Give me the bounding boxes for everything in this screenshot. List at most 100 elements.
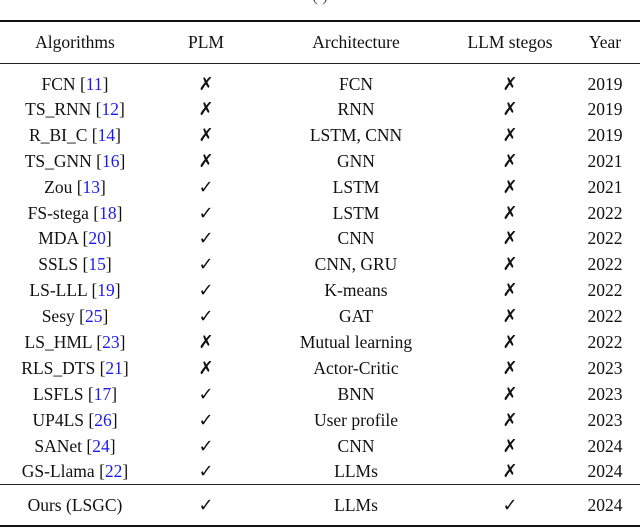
ours-algorithm: Ours (LSGC) [0, 484, 150, 528]
llm-cross-icon: ✗ [502, 331, 518, 353]
plm-cross-icon: ✗ [198, 98, 214, 120]
ours-llm-check-icon: ✓ [450, 484, 570, 528]
llm-cross-icon: ✗ [502, 228, 518, 250]
comparison-table: Algorithms PLM Architecture LLM stegos Y… [0, 20, 640, 528]
table-body: FCN [11] ✗ FCN ✗ 2019 TS_RNN [12] ✗ RNN ✗ 2019 R_B… [0, 63, 640, 528]
plm-check-icon: ✓ [198, 409, 214, 431]
algorithm-name: TS_GNN [24, 150, 92, 171]
algorithm-name: LS_HML [24, 331, 92, 352]
llm-cross-icon: ✗ [502, 306, 518, 328]
architecture-cell: Mutual learning [299, 331, 413, 352]
header-llm-stegos: LLM stegos [467, 31, 553, 52]
table-row: SSLS [15] ✓ CNN, GRU ✗ 2022 [0, 252, 640, 278]
year-cell: 2023 [587, 357, 623, 378]
algorithm-cell: TS_GNN [16] [24, 150, 126, 171]
citation-link[interactable]: 23 [102, 332, 120, 352]
plm-check-icon: ✓ [198, 306, 214, 328]
plm-cross-icon: ✗ [198, 357, 214, 379]
citation-link[interactable]: 11 [86, 74, 103, 94]
llm-cross-icon: ✗ [502, 73, 518, 95]
year-cell: 2019 [587, 73, 623, 94]
architecture-cell: Actor-Critic [313, 357, 399, 378]
table-row: LS-LLL [19] ✓ K-means ✗ 2022 [0, 278, 640, 304]
citation-link[interactable]: 24 [92, 436, 110, 456]
citation-link[interactable]: 16 [102, 151, 120, 171]
table-row: MDA [20] ✓ CNN ✗ 2022 [0, 226, 640, 252]
algorithm-name: Sesy [41, 306, 75, 327]
architecture-cell: User profile [313, 409, 399, 430]
algorithm-name: Zou [44, 176, 73, 197]
header-plm: PLM [188, 31, 224, 52]
algorithm-cell: Zou [13] [44, 176, 106, 197]
citation-link[interactable]: 22 [105, 461, 123, 481]
llm-cross-icon: ✗ [502, 254, 518, 276]
algorithm-name: GS-Llama [21, 461, 95, 482]
ours-row: Ours (LSGC) ✓ LLMs ✓ 2024 [0, 484, 640, 528]
llm-cross-icon: ✗ [502, 280, 518, 302]
citation-link[interactable]: 12 [102, 99, 120, 119]
architecture-cell: CNN, GRU [314, 254, 398, 275]
plm-cross-icon: ✗ [198, 73, 214, 95]
table-row: Zou [13] ✓ LSTM ✗ 2021 [0, 174, 640, 200]
architecture-cell: GAT [338, 306, 374, 327]
ours-plm-check-icon: ✓ [150, 484, 262, 528]
table-row: RLS_DTS [21] ✗ Actor-Critic ✗ 2023 [0, 355, 640, 381]
year-cell: 2022 [587, 306, 623, 327]
algorithm-cell: R_BI_C [14] [29, 124, 121, 145]
algorithm-name: SSLS [38, 254, 79, 275]
llm-cross-icon: ✗ [502, 98, 518, 120]
llm-cross-icon: ✗ [502, 202, 518, 224]
citation-link[interactable]: 26 [94, 410, 112, 430]
llm-cross-icon: ✗ [502, 357, 518, 379]
algorithm-cell: SSLS [15] [38, 254, 112, 275]
year-cell: 2024 [587, 461, 623, 482]
architecture-cell: LSTM, CNN [309, 124, 403, 145]
plm-check-icon: ✓ [198, 280, 214, 302]
year-cell: 2019 [587, 124, 623, 145]
plm-cross-icon: ✗ [198, 331, 214, 353]
table-row: TS_GNN [16] ✗ GNN ✗ 2021 [0, 148, 640, 174]
architecture-cell: LSTM [332, 202, 380, 223]
architecture-cell: LLMs [334, 461, 378, 482]
architecture-cell: CNN [337, 435, 375, 456]
algorithm-name: TS_RNN [25, 98, 92, 119]
llm-cross-icon: ✗ [502, 150, 518, 172]
plm-check-icon: ✓ [198, 254, 214, 276]
llm-cross-icon: ✗ [502, 461, 518, 483]
architecture-cell: K-means [324, 280, 388, 301]
plm-check-icon: ✓ [198, 202, 214, 224]
algorithm-cell: MDA [20] [38, 228, 112, 249]
llm-cross-icon: ✗ [502, 383, 518, 405]
algorithm-cell: LSFLS [17] [32, 383, 118, 404]
year-cell: 2022 [587, 228, 623, 249]
algorithm-cell: TS_RNN [12] [25, 98, 125, 119]
architecture-cell: FCN [338, 73, 374, 94]
citation-link[interactable]: 19 [97, 280, 115, 300]
citation-link[interactable]: 14 [98, 125, 116, 145]
citation-link[interactable]: 21 [105, 358, 123, 378]
header-row: Algorithms PLM Architecture LLM stegos Y… [0, 21, 640, 63]
table-row: LS_HML [23] ✗ Mutual learning ✗ 2022 [0, 330, 640, 356]
year-cell: 2024 [587, 435, 623, 456]
algorithm-name: UP4LS [32, 409, 84, 430]
table-row: FCN [11] ✗ FCN ✗ 2019 [0, 63, 640, 97]
citation-link[interactable]: 18 [99, 203, 117, 223]
citation-link[interactable]: 13 [83, 177, 101, 197]
plm-check-icon: ✓ [198, 383, 214, 405]
year-cell: 2022 [587, 331, 623, 352]
algorithm-cell: LS-LLL [19] [29, 280, 121, 301]
citation-link[interactable]: 17 [94, 384, 112, 404]
plm-cross-icon: ✗ [198, 150, 214, 172]
caption-fragment: ( ) [0, 0, 640, 6]
algorithm-cell: SANet [24] [34, 435, 116, 456]
ours-architecture: LLMs [262, 484, 450, 528]
header-algorithms: Algorithms [35, 31, 115, 52]
algorithm-cell: FS-stega [18] [27, 202, 123, 223]
citation-link[interactable]: 15 [88, 254, 106, 274]
architecture-cell: BNN [337, 383, 375, 404]
citation-link[interactable]: 20 [88, 228, 106, 248]
citation-link[interactable]: 25 [85, 306, 103, 326]
algorithm-name: FS-stega [27, 202, 89, 223]
algorithm-name: LSFLS [32, 383, 84, 404]
algorithm-name: FCN [41, 73, 76, 94]
